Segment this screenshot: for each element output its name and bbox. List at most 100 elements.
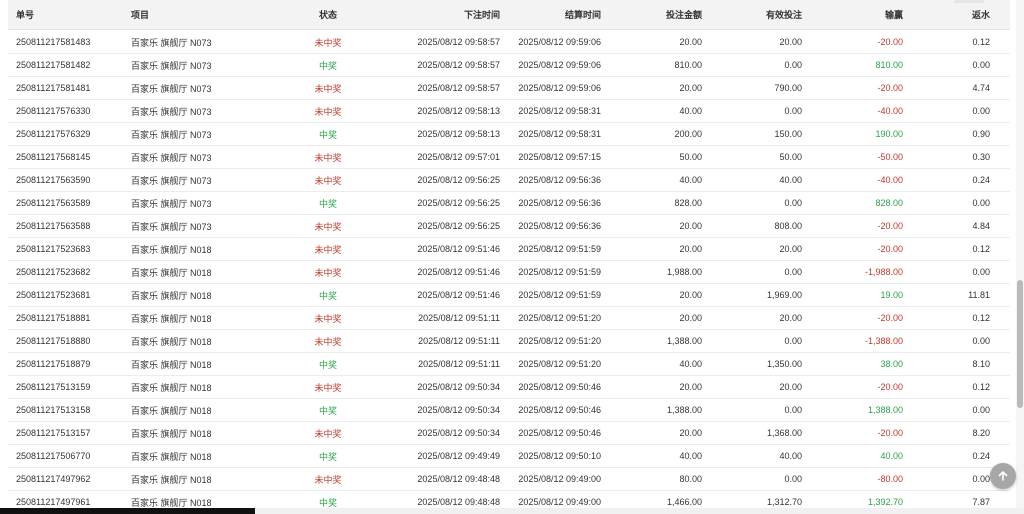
table-row[interactable]: 250811217523682 百家乐 旗舰厅 N018 未中奖 2025/08/12… [8,261,1010,284]
scrollbar-thumb[interactable] [1017,280,1023,408]
bet-time-cell: 2025/08/12 09:48:48 [417,497,500,507]
rebate-cell: 0.00 [972,267,990,277]
table-row[interactable]: 250811217581482 百家乐 旗舰厅 N073 中奖 2025/08/12 … [8,54,1010,77]
order-id-cell: 250811217563589 [16,198,91,208]
win-loss-cell: 19.00 [880,290,903,300]
valid-bet-cell: 1,350.00 [766,359,802,369]
header-bet-time[interactable]: 下注时间 [383,8,500,21]
table-row[interactable]: 250811217568145 百家乐 旗舰厅 N073 未中奖 2025/08/12… [8,146,1010,169]
order-id-cell: 250811217581483 [16,37,91,47]
bet-amount-cell: 20.00 [679,382,702,392]
valid-bet-cell: 790.00 [774,83,802,93]
status-badge: 中奖 [318,60,337,71]
status-badge: 未中奖 [314,428,342,439]
table-row[interactable]: 250811217513159 百家乐 旗舰厅 N018 未中奖 2025/08/12… [8,376,1010,399]
bet-time-cell: 2025/08/12 09:48:48 [417,474,500,484]
table-row[interactable]: 250811217497962 百家乐 旗舰厅 N018 未中奖 2025/08/12… [8,468,1010,491]
back-to-top-button[interactable] [990,463,1016,489]
table-row[interactable]: 250811217563588 百家乐 旗舰厅 N073 未中奖 2025/08/12… [8,215,1010,238]
status-badge: 中奖 [318,451,337,462]
valid-bet-cell: 1,969.00 [766,290,802,300]
header-order-id[interactable]: 单号 [8,8,123,21]
settle-time-cell: 2025/08/12 09:58:31 [518,129,601,139]
item-cell: 百家乐 旗舰厅 N073 [131,60,212,71]
bet-time-cell: 2025/08/12 09:58:57 [417,60,500,70]
header-win-loss[interactable]: 输赢 [802,8,903,21]
status-badge: 未中奖 [314,244,342,255]
settle-time-cell: 2025/08/12 09:56:36 [518,198,601,208]
rebate-cell: 0.00 [972,198,990,208]
bet-amount-cell: 20.00 [679,83,702,93]
header-bet-amount[interactable]: 投注金额 [601,8,702,21]
table-row[interactable]: 250811217518881 百家乐 旗舰厅 N018 未中奖 2025/08/12… [8,307,1010,330]
settle-time-cell: 2025/08/12 09:49:00 [518,474,601,484]
settle-time-cell: 2025/08/12 09:49:00 [518,497,601,507]
rebate-cell: 0.12 [972,382,990,392]
bet-amount-cell: 80.00 [679,474,702,484]
valid-bet-cell: 40.00 [779,451,802,461]
header-valid-bet[interactable]: 有效投注 [702,8,802,21]
win-loss-cell: -1,388.00 [864,336,903,346]
header-settle-time[interactable]: 结算时间 [500,8,601,21]
status-badge: 中奖 [318,405,337,416]
table-row[interactable]: 250811217518879 百家乐 旗舰厅 N018 中奖 2025/08/12 … [8,353,1010,376]
bet-time-cell: 2025/08/12 09:50:34 [417,382,500,392]
table-row[interactable]: 250811217576330 百家乐 旗舰厅 N073 未中奖 2025/08/12… [8,100,1010,123]
settle-time-cell: 2025/08/12 09:50:46 [518,405,601,415]
header-status[interactable]: 状态 [273,8,383,21]
item-cell: 百家乐 旗舰厅 N018 [131,428,212,439]
table-row[interactable]: 250811217518880 百家乐 旗舰厅 N018 未中奖 2025/08/12… [8,330,1010,353]
bet-time-cell: 2025/08/12 09:49:49 [417,451,500,461]
rebate-cell: 4.74 [972,83,990,93]
table-row[interactable]: 250811217513157 百家乐 旗舰厅 N018 未中奖 2025/08/12… [8,422,1010,445]
bet-time-cell: 2025/08/12 09:57:01 [417,152,500,162]
table-row[interactable]: 250811217576329 百家乐 旗舰厅 N073 中奖 2025/08/12 … [8,123,1010,146]
bet-amount-cell: 1,988.00 [666,267,702,277]
order-id-cell: 250811217563590 [16,175,91,185]
rebate-cell: 0.00 [972,60,990,70]
bottom-dark-bar [0,508,255,514]
header-item[interactable]: 项目 [123,8,273,21]
item-cell: 百家乐 旗舰厅 N018 [131,244,212,255]
table-row[interactable]: 250811217513158 百家乐 旗舰厅 N018 中奖 2025/08/12 … [8,399,1010,422]
rebate-cell: 8.10 [972,359,990,369]
table-row[interactable]: 250811217506770 百家乐 旗舰厅 N018 中奖 2025/08/12 … [8,445,1010,468]
bet-time-cell: 2025/08/12 09:51:46 [417,244,500,254]
order-id-cell: 250811217523681 [16,290,91,300]
rebate-cell: 0.30 [972,152,990,162]
bet-time-cell: 2025/08/12 09:56:25 [417,221,500,231]
rebate-cell: 0.12 [972,37,990,47]
vertical-scrollbar[interactable] [1016,0,1024,514]
bet-amount-cell: 40.00 [679,359,702,369]
order-id-cell: 250811217518879 [16,359,91,369]
status-badge: 未中奖 [314,152,342,163]
item-cell: 百家乐 旗舰厅 N073 [131,175,212,186]
table-row[interactable]: 250811217581481 百家乐 旗舰厅 N073 未中奖 2025/08/12… [8,77,1010,100]
valid-bet-cell: 808.00 [774,221,802,231]
win-loss-cell: -1,988.00 [864,267,903,277]
rebate-cell: 0.00 [972,474,990,484]
table-row[interactable]: 250811217563589 百家乐 旗舰厅 N073 中奖 2025/08/12 … [8,192,1010,215]
table-row[interactable]: 250811217563590 百家乐 旗舰厅 N073 未中奖 2025/08/12… [8,169,1010,192]
rebate-cell: 0.12 [972,244,990,254]
order-id-cell: 250811217513157 [16,428,91,438]
bet-time-cell: 2025/08/12 09:58:57 [417,83,500,93]
order-id-cell: 250811217523682 [16,267,91,277]
settle-time-cell: 2025/08/12 09:51:59 [518,267,601,277]
table-row[interactable]: 250811217523683 百家乐 旗舰厅 N018 未中奖 2025/08/12… [8,238,1010,261]
table-row[interactable]: 250811217581483 百家乐 旗舰厅 N073 未中奖 2025/08/12… [8,31,1010,54]
settle-time-cell: 2025/08/12 09:57:15 [518,152,601,162]
bet-time-cell: 2025/08/12 09:50:34 [417,428,500,438]
settle-time-cell: 2025/08/12 09:56:36 [518,175,601,185]
order-id-cell: 250811217497961 [16,497,91,507]
bet-records-page: 单号 项目 状态 下注时间 结算时间 投注金额 有效投注 输赢 返水 25081… [0,0,1024,514]
bet-amount-cell: 40.00 [679,451,702,461]
settle-time-cell: 2025/08/12 09:59:06 [518,83,601,93]
valid-bet-cell: 0.00 [784,474,802,484]
valid-bet-cell: 0.00 [784,336,802,346]
valid-bet-cell: 0.00 [784,106,802,116]
order-id-cell: 250811217581482 [16,60,91,70]
table-row[interactable]: 250811217523681 百家乐 旗舰厅 N018 中奖 2025/08/12 … [8,284,1010,307]
header-rebate[interactable]: 返水 [903,8,998,21]
settle-time-cell: 2025/08/12 09:50:46 [518,382,601,392]
